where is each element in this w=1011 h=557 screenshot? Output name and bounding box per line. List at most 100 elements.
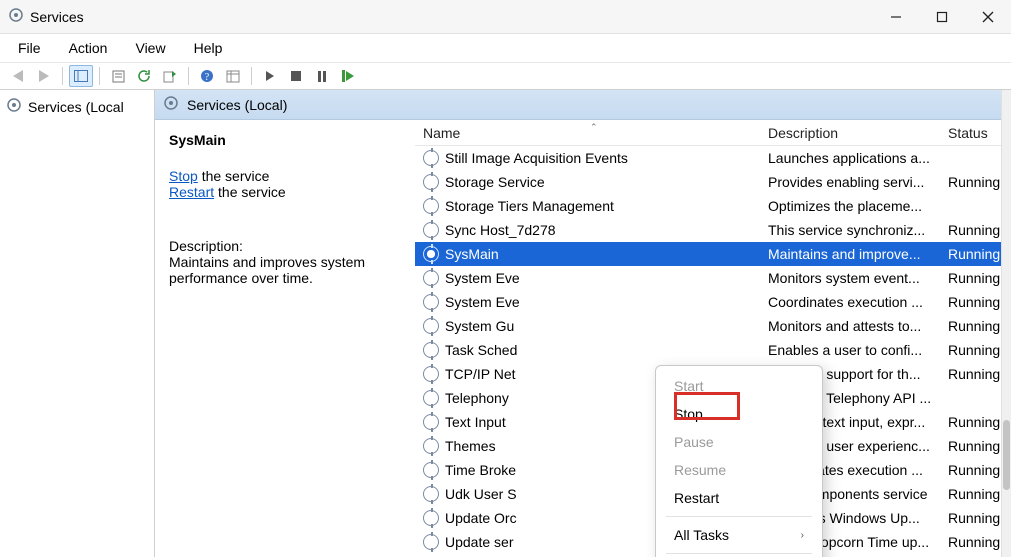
ctx-all-tasks[interactable]: All Tasks › (656, 521, 822, 549)
vertical-scrollbar[interactable] (1001, 90, 1011, 557)
toolbar-separator (99, 67, 100, 85)
stop-service-line: Stop the service (169, 168, 401, 184)
play-button[interactable] (258, 65, 282, 87)
help-button[interactable]: ? (195, 65, 219, 87)
app-icon (8, 7, 24, 26)
toolbar: ? (0, 62, 1011, 90)
menu-help[interactable]: Help (182, 38, 235, 58)
service-name: Update Orc (445, 510, 517, 526)
ctx-pause: Pause (656, 428, 822, 456)
toolbar-separator (62, 67, 63, 85)
info-column: SysMain Stop the service Restart the ser… (155, 120, 415, 557)
minimize-button[interactable] (873, 0, 919, 34)
service-name: Still Image Acquisition Events (445, 150, 628, 166)
menu-bar: File Action View Help (0, 34, 1011, 62)
gear-icon (423, 294, 439, 310)
title-bar: Services (0, 0, 1011, 34)
forward-button[interactable] (32, 65, 56, 87)
gear-icon (423, 198, 439, 214)
gear-icon (423, 222, 439, 238)
description-label: Description: (169, 238, 401, 254)
service-description: Optimizes the placeme... (768, 198, 948, 214)
ctx-stop[interactable]: Stop (656, 400, 822, 428)
gear-icon (423, 270, 439, 286)
toolbar-separator (188, 67, 189, 85)
service-row[interactable]: Still Image Acquisition Events Launches a… (415, 146, 1011, 170)
service-description: Launches applications a... (768, 150, 948, 166)
service-description: Monitors system event... (768, 270, 948, 286)
restart-suffix: the service (214, 184, 286, 200)
services-icon (163, 95, 179, 114)
gear-icon (423, 174, 439, 190)
context-menu: Start Stop Pause Resume Restart All Task… (655, 365, 823, 557)
toolbar-separator (251, 67, 252, 85)
close-button[interactable] (965, 0, 1011, 34)
service-description: Coordinates execution ... (768, 294, 948, 310)
stop-button[interactable] (284, 65, 308, 87)
restart-service-link[interactable]: Restart (169, 184, 214, 200)
services-icon (6, 97, 22, 116)
service-row[interactable]: Storage ServiceProvides enabling servi..… (415, 170, 1011, 194)
service-row[interactable]: System EveMonitors system event...Runnin… (415, 266, 1011, 290)
list-header[interactable]: ⌃ Name Description Status (415, 120, 1011, 146)
service-description: Enables a user to confi... (768, 342, 948, 358)
columns-button[interactable] (221, 65, 245, 87)
tree-pane: Services (Local (0, 90, 155, 557)
tree-root-label: Services (Local (28, 99, 124, 115)
service-description: Maintains and improve... (768, 246, 948, 262)
pause-button[interactable] (310, 65, 334, 87)
gear-icon (423, 342, 439, 358)
restart-service-line: Restart the service (169, 184, 401, 200)
show-hide-tree-button[interactable] (69, 65, 93, 87)
gear-icon (423, 390, 439, 406)
col-desc[interactable]: Description (768, 125, 948, 141)
refresh-button[interactable] (132, 65, 156, 87)
gear-icon (423, 510, 439, 526)
service-row[interactable]: Storage Tiers ManagementOptimizes the pl… (415, 194, 1011, 218)
gear-icon (423, 414, 439, 430)
menu-file[interactable]: File (6, 38, 53, 58)
service-description: This service synchroniz... (768, 222, 948, 238)
ctx-restart[interactable]: Restart (656, 484, 822, 512)
service-name: System Eve (445, 294, 520, 310)
service-row[interactable]: Sync Host_7d278 This service synchroniz..… (415, 218, 1011, 242)
detail-header-label: Services (Local) (187, 97, 287, 113)
back-button[interactable] (6, 65, 30, 87)
detail-header: Services (Local) (155, 90, 1011, 120)
properties-button[interactable] (106, 65, 130, 87)
service-row[interactable]: System GuMonitors and attests to...Runni… (415, 314, 1011, 338)
scrollbar-thumb[interactable] (1003, 420, 1010, 490)
service-name: System Eve (445, 270, 520, 286)
menu-action[interactable]: Action (57, 38, 120, 58)
service-name: Udk User S (445, 486, 517, 502)
service-name: Sync Host_7d278 (445, 222, 556, 238)
description-text: Maintains and improves system performanc… (169, 254, 401, 286)
service-row[interactable]: SysMainMaintains and improve...Running (415, 242, 1011, 266)
chevron-right-icon: › (801, 530, 804, 541)
export-list-button[interactable] (158, 65, 182, 87)
service-name: TCP/IP Net (445, 366, 516, 382)
ctx-separator (666, 553, 812, 554)
service-row[interactable]: Task SchedEnables a user to confi...Runn… (415, 338, 1011, 362)
stop-suffix: the service (198, 168, 270, 184)
service-name: Storage Service (445, 174, 545, 190)
tree-root-services[interactable]: Services (Local (0, 94, 154, 119)
service-name: Themes (445, 438, 496, 454)
stop-service-link[interactable]: Stop (169, 168, 198, 184)
service-row[interactable]: System EveCoordinates execution ...Runni… (415, 290, 1011, 314)
service-name: System Gu (445, 318, 514, 334)
service-name: Text Input (445, 414, 506, 430)
menu-view[interactable]: View (123, 38, 177, 58)
sort-caret-icon: ⌃ (590, 122, 598, 133)
gear-icon (423, 486, 439, 502)
service-name: Time Broke (445, 462, 516, 478)
maximize-button[interactable] (919, 0, 965, 34)
gear-icon (423, 438, 439, 454)
detail-pane: Services (Local) SysMain Stop the servic… (155, 90, 1011, 557)
service-name: SysMain (445, 246, 499, 262)
gear-icon (423, 150, 439, 166)
gear-icon (423, 534, 439, 550)
window-title: Services (30, 9, 84, 25)
service-name: Update ser (445, 534, 513, 550)
restart-button[interactable] (336, 65, 360, 87)
